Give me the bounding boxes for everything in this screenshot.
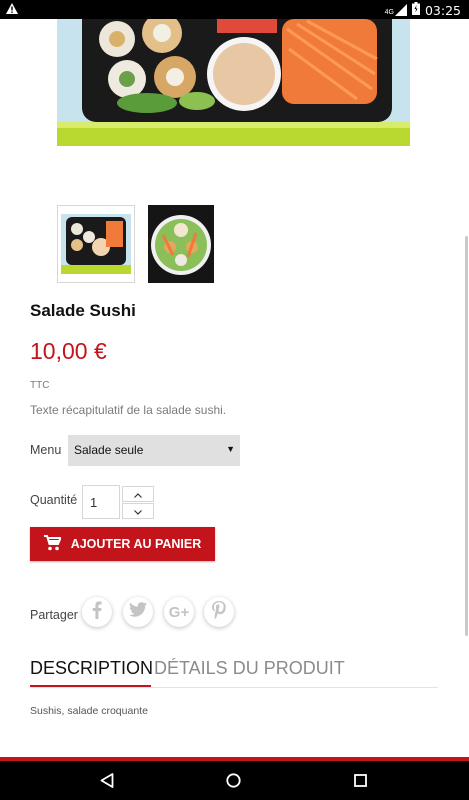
chevron-down-icon [134,502,142,520]
recent-apps-icon[interactable] [354,774,367,792]
quantity-input[interactable]: 1 [82,485,120,519]
home-icon[interactable] [226,773,241,793]
product-summary: Texte récapitulatif de la salade sushi. [30,403,227,417]
product-main-image [57,19,410,146]
description-text: Sushis, salade croquante [30,705,148,717]
network-type: 4G [384,9,394,16]
dropdown-arrow-icon: ▼ [226,444,235,454]
product-price: 10,00 € [30,338,107,364]
menu-selected-value: Salade seule [74,443,144,457]
menu-select[interactable]: Salade seule ▼ [68,435,240,466]
quantity-increase-button[interactable] [122,486,154,502]
google-plus-icon: G+ [168,603,190,621]
product-title: Salade Sushi [30,301,136,320]
share-pinterest-button[interactable] [204,597,234,627]
share-google-plus-button[interactable]: G+ [164,597,194,627]
add-to-cart-label: AJOUTER AU PANIER [70,537,202,551]
clock: 03:25 [424,2,461,18]
share-twitter-button[interactable] [123,597,153,627]
tax-label: TTC [30,380,50,391]
tab-product-details[interactable]: DÉTAILS DU PRODUIT [154,658,345,679]
warning-icon [6,3,18,17]
chevron-up-icon [134,485,142,503]
active-tab-indicator [30,685,151,687]
navigation-bar [0,761,469,800]
shopping-cart-icon [43,534,62,554]
battery-icon [411,2,420,18]
facebook-icon [92,600,102,624]
quantity-decrease-button[interactable] [122,503,154,519]
share-label: Partager [30,608,78,622]
tabs-divider [30,687,438,688]
tab-description[interactable]: DESCRIPTION [30,658,153,679]
thumbnail-1[interactable] [57,205,135,283]
status-bar: 4G 03:25 [0,0,469,19]
share-facebook-button[interactable] [82,597,112,627]
cell-signal-icon: 4G [385,4,407,16]
back-icon[interactable] [100,773,114,793]
add-to-cart-button[interactable]: AJOUTER AU PANIER [30,527,215,561]
twitter-icon [129,602,147,622]
thumbnail-2[interactable] [148,205,214,283]
menu-label: Menu [30,443,62,457]
pinterest-icon [212,600,226,624]
quantity-label: Quantité [30,493,78,507]
thumbnail-list [57,205,214,283]
scrollbar[interactable] [465,236,468,636]
